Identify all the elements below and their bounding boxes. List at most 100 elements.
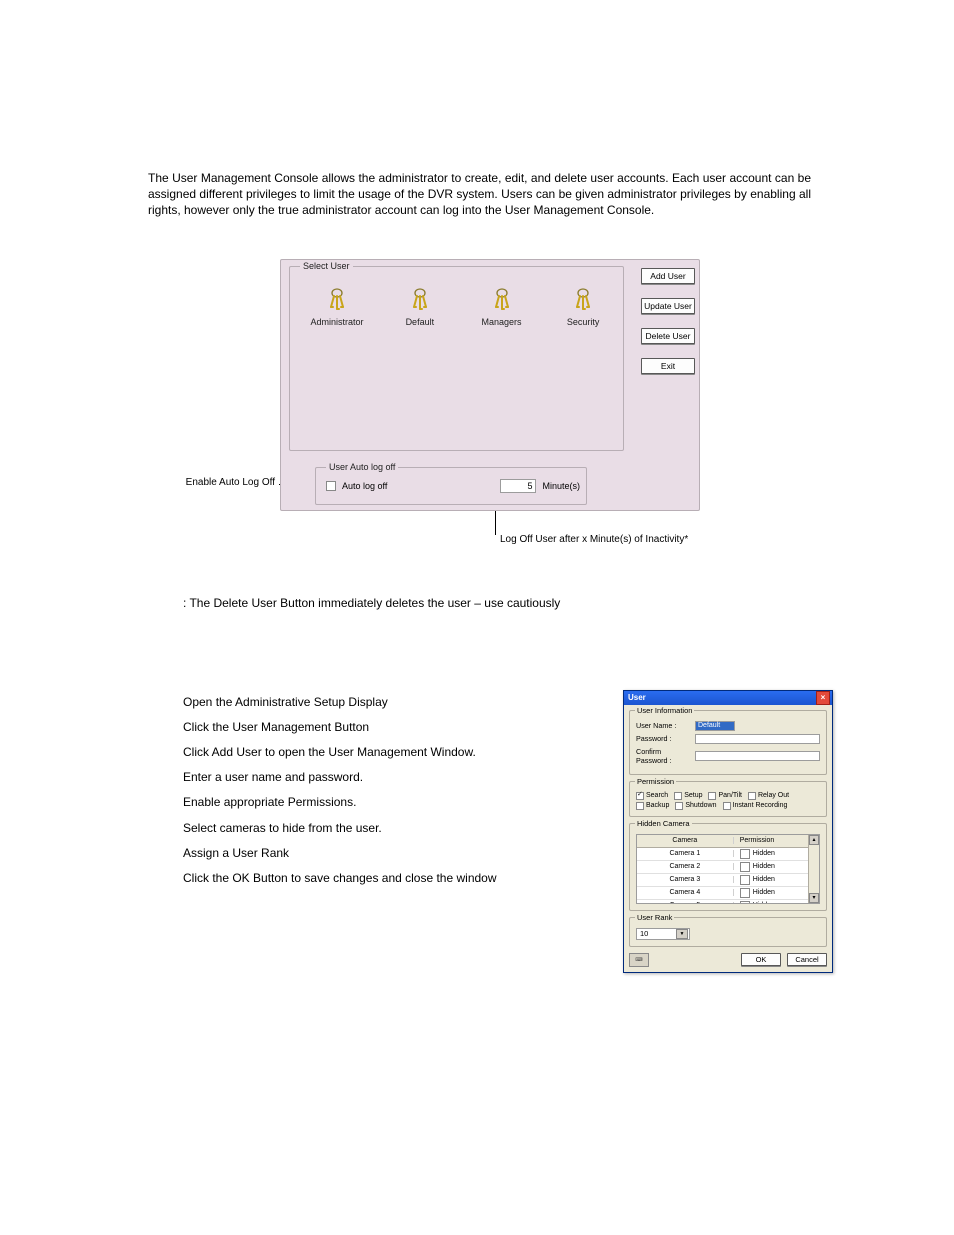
permission-label: Shutdown bbox=[685, 802, 716, 809]
cancel-button[interactable]: Cancel bbox=[787, 953, 827, 966]
permission-search[interactable]: Search bbox=[636, 792, 668, 800]
hidden-label: Hidden bbox=[753, 902, 775, 904]
step-line: Click Add User to open the User Manageme… bbox=[183, 740, 623, 765]
checkbox-icon bbox=[674, 792, 682, 800]
camera-name: Camera 3 bbox=[637, 876, 734, 883]
checkbox-icon bbox=[723, 802, 731, 810]
hidden-camera-col-permission: Permission bbox=[734, 837, 809, 844]
intro-paragraph: The User Management Console allows the a… bbox=[148, 170, 811, 219]
hidden-camera-group: Hidden Camera Camera Permission Camera 1… bbox=[629, 823, 827, 911]
user-item-label: Security bbox=[567, 317, 600, 327]
auto-logoff-minutes-unit: Minute(s) bbox=[542, 481, 580, 491]
hidden-camera-list[interactable]: Camera Permission Camera 1HiddenCamera 2… bbox=[636, 834, 820, 904]
update-user-button[interactable]: Update User bbox=[641, 298, 695, 314]
step-line: Enter a user name and password. bbox=[183, 765, 623, 790]
auto-logoff-legend: User Auto log off bbox=[326, 462, 398, 472]
user-item-default[interactable]: Default bbox=[396, 287, 444, 327]
checkbox-icon bbox=[675, 802, 683, 810]
hidden-checkbox[interactable] bbox=[740, 901, 750, 904]
hidden-camera-legend: Hidden Camera bbox=[635, 819, 692, 828]
user-item-administrator[interactable]: Administrator bbox=[312, 287, 362, 327]
keys-icon bbox=[324, 287, 350, 313]
checkbox-icon bbox=[636, 802, 644, 810]
user-item-managers[interactable]: Managers bbox=[478, 287, 526, 327]
username-label: User Name : bbox=[636, 721, 692, 730]
confirm-password-field[interactable] bbox=[695, 751, 820, 761]
chevron-down-icon[interactable]: ▼ bbox=[676, 929, 688, 939]
step-line: Click the User Management Button bbox=[183, 715, 623, 740]
user-dialog-title: User bbox=[628, 693, 646, 702]
permission-shutdown[interactable]: Shutdown bbox=[675, 802, 716, 810]
step-line: Assign a User Rank bbox=[183, 841, 623, 866]
hidden-camera-row[interactable]: Camera 1Hidden bbox=[637, 848, 809, 861]
user-rank-legend: User Rank bbox=[635, 913, 674, 922]
step-line: Open the Administrative Setup Display bbox=[183, 690, 623, 715]
user-item-security[interactable]: Security bbox=[559, 287, 607, 327]
password-label: Password : bbox=[636, 734, 692, 743]
scrollbar[interactable]: ▴ ▾ bbox=[808, 835, 819, 903]
step-line: Click the OK Button to save changes and … bbox=[183, 866, 623, 891]
hidden-camera-row[interactable]: Camera 4 Hidden bbox=[637, 887, 809, 900]
keyboard-icon[interactable]: ⌨ bbox=[629, 953, 649, 967]
hidden-checkbox[interactable] bbox=[740, 849, 750, 859]
hidden-label: Hidden bbox=[753, 876, 775, 883]
scroll-down-icon[interactable]: ▾ bbox=[809, 893, 819, 903]
permission-label: Setup bbox=[684, 792, 702, 799]
permission-instant-recording[interactable]: Instant Recording bbox=[723, 802, 788, 810]
confirm-password-label: Confirm Password : bbox=[636, 747, 692, 765]
keys-icon bbox=[407, 287, 433, 313]
auto-logoff-label: Auto log off bbox=[342, 481, 387, 491]
hidden-label: Hidden bbox=[753, 850, 775, 857]
select-user-legend: Select User bbox=[300, 261, 353, 271]
camera-name: Camera 2 bbox=[637, 863, 734, 870]
scroll-up-icon[interactable]: ▴ bbox=[809, 835, 819, 845]
add-user-button[interactable]: Add User bbox=[641, 268, 695, 284]
step-line: Enable appropriate Permissions. bbox=[183, 790, 623, 815]
hidden-camera-row[interactable]: Camera 2 Hidden bbox=[637, 861, 809, 874]
hidden-camera-col-camera: Camera bbox=[637, 837, 734, 844]
callout-line-bottom bbox=[495, 511, 496, 535]
password-field[interactable] bbox=[695, 734, 820, 744]
user-management-console: Enable Auto Log Off Select User Administ… bbox=[280, 259, 700, 511]
add-user-steps: Open the Administrative Setup DisplayCli… bbox=[183, 690, 623, 892]
callout-logoff-after-x: Log Off User after x Minute(s) of Inacti… bbox=[500, 534, 688, 545]
checkbox-icon bbox=[748, 792, 756, 800]
permission-backup[interactable]: Backup bbox=[636, 802, 669, 810]
camera-name: Camera 4 bbox=[637, 889, 734, 896]
permission-legend: Permission bbox=[635, 777, 676, 786]
permission-relay-out[interactable]: Relay Out bbox=[748, 792, 789, 800]
user-item-label: Managers bbox=[481, 317, 521, 327]
user-rank-value: 10 bbox=[640, 929, 648, 938]
hidden-checkbox[interactable] bbox=[740, 862, 750, 872]
permission-label: Pan/Tilt bbox=[718, 792, 741, 799]
hidden-label: Hidden bbox=[753, 889, 775, 896]
ok-button[interactable]: OK bbox=[741, 953, 781, 966]
permission-label: Relay Out bbox=[758, 792, 789, 799]
hidden-camera-row[interactable]: Camera 3 Hidden bbox=[637, 874, 809, 887]
callout-enable-auto-logoff: Enable Auto Log Off bbox=[186, 477, 275, 488]
select-user-group: Select User AdministratorDefaultManagers… bbox=[289, 266, 624, 451]
step-line: Select cameras to hide from the user. bbox=[183, 816, 623, 841]
auto-logoff-checkbox[interactable] bbox=[326, 481, 336, 491]
caution-delete-note: : The Delete User Button immediately del… bbox=[183, 596, 954, 610]
permission-label: Search bbox=[646, 792, 668, 799]
hidden-camera-row[interactable]: Camera 5 Hidden bbox=[637, 900, 809, 904]
username-field[interactable]: Default bbox=[695, 721, 735, 731]
permission-setup[interactable]: Setup bbox=[674, 792, 702, 800]
keys-icon bbox=[489, 287, 515, 313]
delete-user-button[interactable]: Delete User bbox=[641, 328, 695, 344]
permission-group: Permission SearchSetupPan/TiltRelay OutB… bbox=[629, 781, 827, 817]
checkbox-icon bbox=[708, 792, 716, 800]
auto-logoff-minutes-field[interactable]: 5 bbox=[500, 479, 536, 493]
camera-name: Camera 5 bbox=[637, 902, 734, 904]
user-item-label: Administrator bbox=[311, 317, 364, 327]
permission-pan-tilt[interactable]: Pan/Tilt bbox=[708, 792, 741, 800]
hidden-label: Hidden bbox=[753, 863, 775, 870]
user-information-group: User Information User Name : Default Pas… bbox=[629, 710, 827, 775]
close-icon[interactable]: × bbox=[816, 691, 830, 705]
user-information-legend: User Information bbox=[635, 706, 694, 715]
user-rank-combo[interactable]: 10 ▼ bbox=[636, 928, 690, 940]
exit-button[interactable]: Exit bbox=[641, 358, 695, 374]
hidden-checkbox[interactable] bbox=[740, 888, 750, 898]
hidden-checkbox[interactable] bbox=[740, 875, 750, 885]
